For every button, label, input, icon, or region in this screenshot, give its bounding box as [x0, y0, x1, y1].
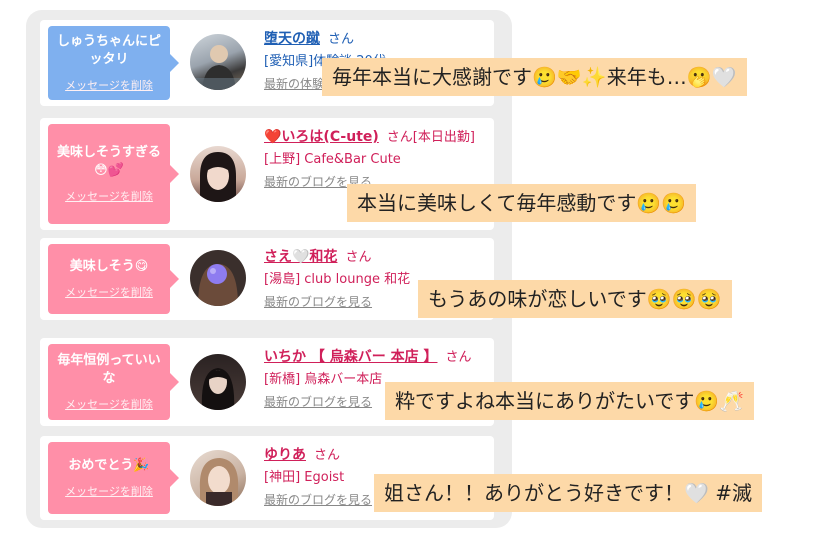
- user-name-link[interactable]: いちか 【 烏森バー 本店 】: [264, 349, 438, 365]
- person-photo-icon: [198, 264, 238, 306]
- message-bubble: 毎年恒例っていいな メッセージを削除: [48, 344, 179, 420]
- message-bubble: 美味しそう😋 メッセージを削除: [48, 244, 179, 314]
- user-name-link[interactable]: ❤️いろは(C-ute): [264, 129, 379, 145]
- honorific: さん: [314, 448, 341, 463]
- delete-message-link[interactable]: メッセージを削除: [65, 188, 153, 204]
- honorific: さん: [445, 350, 472, 365]
- delete-message-link[interactable]: メッセージを削除: [65, 77, 153, 93]
- honorific: さん: [328, 32, 355, 47]
- overlay-caption: 毎年本当に大感謝です🥲🤝✨来年も…🫢🤍: [322, 58, 747, 96]
- avatar[interactable]: [190, 354, 246, 410]
- person-photo-icon: [201, 368, 235, 410]
- avatar[interactable]: [190, 34, 246, 90]
- overlay-caption: もうあの味が恋しいです🥹🥹🥹: [418, 280, 732, 318]
- message-bubble: しゅうちゃんにピッタリ メッセージを削除: [48, 26, 179, 100]
- message-text: 毎年恒例っていいな: [57, 353, 161, 386]
- avatar[interactable]: [190, 250, 246, 306]
- user-name-link[interactable]: さえ🤍和花: [264, 249, 337, 265]
- overlay-caption: 姐さん！！ありがとう好きです！🤍 #滅: [374, 474, 763, 512]
- person-photo-icon: [190, 45, 246, 90]
- message-bubble: 美味しそうすぎる😳💕 メッセージを削除: [48, 124, 179, 224]
- avatar[interactable]: [190, 146, 246, 202]
- delete-message-link[interactable]: メッセージを削除: [65, 284, 153, 300]
- delete-message-link[interactable]: メッセージを削除: [65, 396, 153, 412]
- delete-message-link[interactable]: メッセージを削除: [65, 483, 153, 499]
- message-text: 美味しそうすぎる😳💕: [56, 145, 161, 178]
- person-photo-icon: [200, 152, 236, 202]
- overlay-caption: 本当に美味しくて毎年感動です🥲🥲: [347, 184, 697, 222]
- honorific: さん: [345, 250, 372, 265]
- user-name-link[interactable]: ゆりあ: [264, 447, 306, 463]
- message-bubble: おめでとう🎉 メッセージを削除: [48, 442, 179, 514]
- user-name-link[interactable]: 堕天の蹴: [264, 31, 320, 47]
- user-info: ❤️いろは(C-ute) さん[本日出勤] [上野] Cafe&Bar Cute …: [264, 126, 490, 193]
- overlay-caption: 粋ですよね本当にありがたいです🥲🥂: [385, 382, 755, 420]
- person-photo-icon: [199, 458, 239, 506]
- message-text: おめでとう🎉: [68, 458, 150, 473]
- user-location: [上野] Cafe&Bar Cute: [264, 152, 401, 167]
- message-text: しゅうちゃんにピッタリ: [56, 34, 161, 67]
- avatar[interactable]: [190, 450, 246, 506]
- honorific: さん[本日出勤]: [386, 130, 475, 145]
- message-text: 美味しそう😋: [69, 259, 149, 274]
